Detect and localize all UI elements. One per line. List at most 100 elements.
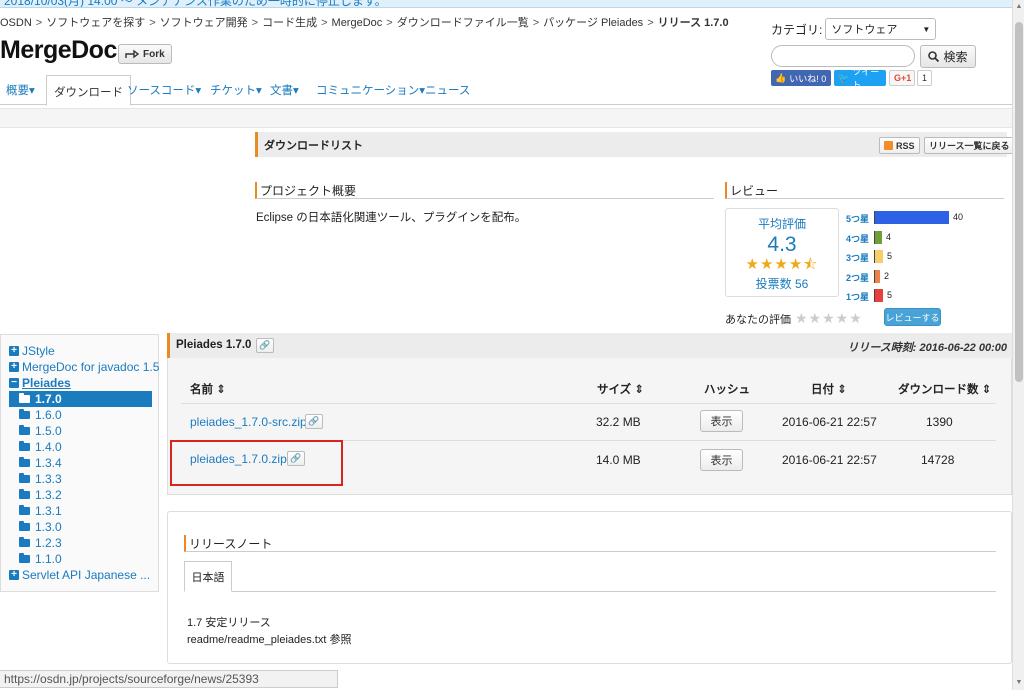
release-tree-item[interactable]: 1.4.0 bbox=[19, 440, 62, 454]
your-rating: あなたの評価 ★★★★★ bbox=[725, 310, 863, 327]
tab-source-code[interactable]: ソースコード▾ bbox=[127, 82, 201, 98]
announcement-text[interactable]: 2018/10/03(月) 14:00 〜 メンテナンス作業のため一時的に停止し… bbox=[4, 0, 387, 7]
breadcrumb-separator: > bbox=[532, 17, 540, 29]
folder-icon bbox=[19, 553, 30, 563]
project-tabs: 概要▾ ダウンロード ソースコード▾ チケット▾ 文書▾ コミュニケーション▾ … bbox=[0, 75, 1012, 106]
release-tree-item[interactable]: 1.1.0 bbox=[19, 552, 62, 566]
package-tree-item[interactable]: − Pleiades bbox=[9, 376, 71, 390]
package-tree-item[interactable]: + MergeDoc for javadoc 1.5 bbox=[9, 360, 159, 374]
scrollbar-thumb[interactable] bbox=[1015, 22, 1023, 382]
link-icon: 🔗 bbox=[259, 340, 271, 350]
breadcrumb-link[interactable]: パッケージ Pleiades bbox=[543, 17, 643, 29]
separator-band bbox=[0, 108, 1012, 128]
rating-bar-label[interactable]: 4つ星 bbox=[846, 232, 869, 245]
breadcrumb-link[interactable]: ダウンロードファイル一覧 bbox=[397, 17, 529, 29]
folder-icon bbox=[19, 425, 30, 435]
release-tree-item[interactable]: 1.3.0 bbox=[19, 520, 62, 534]
file-downloads: 1390 bbox=[926, 415, 953, 429]
rating-bar bbox=[874, 230, 882, 244]
rating-bar-label[interactable]: 2つ星 bbox=[846, 271, 869, 284]
back-to-release-list-button[interactable]: リリース一覧に戻る bbox=[924, 137, 1015, 154]
rating-bar-label[interactable]: 5つ星 bbox=[846, 212, 869, 225]
folder-icon bbox=[19, 473, 30, 483]
file-size: 32.2 MB bbox=[596, 415, 641, 429]
folder-icon bbox=[19, 409, 30, 419]
release-tree-item[interactable]: 1.3.3 bbox=[19, 472, 62, 486]
fork-button[interactable]: Fork bbox=[118, 44, 172, 64]
folder-icon bbox=[19, 457, 30, 467]
download-list-title: ダウンロードリスト bbox=[264, 139, 363, 152]
scroll-down-icon[interactable]: ▼ bbox=[1015, 679, 1023, 686]
show-hash-button[interactable]: 表示 bbox=[700, 410, 743, 432]
page-scrollbar[interactable]: ▲ ▼ bbox=[1012, 0, 1024, 690]
search-input[interactable] bbox=[771, 45, 915, 67]
col-header-date[interactable]: 日付 ⇕ bbox=[811, 381, 847, 397]
tab-documents[interactable]: 文書▾ bbox=[270, 82, 299, 98]
average-rating-label: 平均評価 bbox=[757, 217, 806, 231]
show-hash-button[interactable]: 表示 bbox=[700, 449, 743, 471]
project-description: Eclipse の日本語化関連ツール、プラグインを配布。 bbox=[256, 212, 527, 224]
release-notes-line: readme/readme_pleiades.txt 参照 bbox=[187, 634, 352, 646]
permalink-button[interactable]: 🔗 bbox=[256, 338, 274, 353]
col-header-downloads[interactable]: ダウンロード数 ⇕ bbox=[898, 381, 991, 397]
rating-bar-row: 2つ星 2 bbox=[844, 267, 1004, 287]
category-select[interactable]: ソフトウェア ▼ bbox=[825, 18, 937, 40]
search-button[interactable]: 検索 bbox=[920, 45, 976, 68]
breadcrumb-link[interactable]: ソフトウェア開発 bbox=[160, 17, 248, 29]
tab-download[interactable]: ダウンロード bbox=[46, 75, 131, 106]
tree-item-label: 1.3.3 bbox=[35, 472, 62, 486]
rss-button[interactable]: RSS bbox=[879, 137, 920, 154]
release-tree-item[interactable]: 1.3.2 bbox=[19, 488, 62, 502]
tree-item-label: 1.2.3 bbox=[35, 536, 62, 550]
release-title: Pleiades 1.7.0 bbox=[176, 339, 252, 351]
release-tree-item[interactable]: 1.6.0 bbox=[19, 408, 62, 422]
tree-item-label: 1.7.0 bbox=[35, 392, 62, 406]
breadcrumb-link[interactable]: MergeDoc bbox=[332, 17, 383, 29]
tab-japanese[interactable]: 日本語 bbox=[184, 561, 232, 592]
tree-item-label: MergeDoc for javadoc 1.5 bbox=[22, 360, 160, 374]
breadcrumb-separator: > bbox=[149, 17, 156, 29]
release-tree-item[interactable]: 1.7.0 bbox=[9, 391, 152, 407]
col-header-name[interactable]: 名前 ⇕ bbox=[190, 381, 226, 397]
breadcrumb-link[interactable]: ソフトウェアを探す bbox=[46, 17, 145, 29]
col-header-size[interactable]: サイズ ⇕ bbox=[597, 381, 644, 397]
package-tree-item[interactable]: + Servlet API Japanese ... bbox=[9, 568, 150, 582]
rating-distribution-chart: 5つ星 40 4つ星 4 3つ星 5 2つ星 2 1つ星 5 bbox=[844, 208, 1004, 306]
release-tree-item[interactable]: 1.3.1 bbox=[19, 504, 62, 518]
release-notes-line: 1.7 安定リリース bbox=[187, 617, 271, 629]
project-overview-heading: プロジェクト概要 bbox=[255, 182, 714, 199]
file-permalink-button[interactable]: 🔗 bbox=[305, 414, 323, 429]
package-tree-item[interactable]: + JStyle bbox=[9, 344, 55, 358]
folder-icon bbox=[19, 521, 30, 531]
release-date: リリース時刻: 2016-06-22 00:00 bbox=[847, 342, 1007, 354]
rating-stars-icon: ★★★★⯪ bbox=[745, 256, 819, 273]
scroll-up-icon[interactable]: ▲ bbox=[1015, 3, 1023, 10]
empty-stars-icon[interactable]: ★★★★★ bbox=[795, 310, 863, 327]
tab-overview[interactable]: 概要▾ bbox=[6, 82, 35, 98]
collapse-icon[interactable]: − bbox=[9, 378, 19, 388]
tab-communication[interactable]: コミュニケーション▾ bbox=[316, 82, 425, 98]
tab-news[interactable]: ニュース bbox=[425, 82, 470, 98]
rating-bar-label[interactable]: 3つ星 bbox=[846, 251, 869, 264]
expand-icon[interactable]: + bbox=[9, 570, 19, 580]
tree-item-label: 1.6.0 bbox=[35, 408, 62, 422]
breadcrumb-link[interactable]: OSDN bbox=[0, 17, 32, 29]
expand-icon[interactable]: + bbox=[9, 362, 19, 372]
breadcrumb-link[interactable]: コード生成 bbox=[262, 17, 317, 29]
vote-count: 投票数 56 bbox=[755, 277, 809, 291]
search-button-label: 検索 bbox=[943, 50, 968, 64]
release-tree-item[interactable]: 1.3.4 bbox=[19, 456, 62, 470]
rating-bar bbox=[874, 289, 883, 302]
write-review-button[interactable]: レビューする bbox=[884, 308, 941, 326]
project-title: MergeDoc bbox=[0, 36, 117, 64]
expand-icon[interactable]: + bbox=[9, 346, 19, 356]
fork-label: Fork bbox=[143, 48, 165, 60]
tree-item-label: 1.3.1 bbox=[35, 504, 62, 518]
rating-bar-label[interactable]: 1つ星 bbox=[846, 290, 869, 303]
search-icon bbox=[928, 51, 940, 62]
release-tree-item[interactable]: 1.2.3 bbox=[19, 536, 62, 550]
tab-tickets[interactable]: チケット▾ bbox=[210, 82, 262, 98]
release-tree-item[interactable]: 1.5.0 bbox=[19, 424, 62, 438]
file-link[interactable]: pleiades_1.7.0-src.zip bbox=[190, 415, 307, 429]
announcement-banner[interactable]: 2018/10/03(月) 14:00 〜 メンテナンス作業のため一時的に停止し… bbox=[0, 0, 1012, 8]
